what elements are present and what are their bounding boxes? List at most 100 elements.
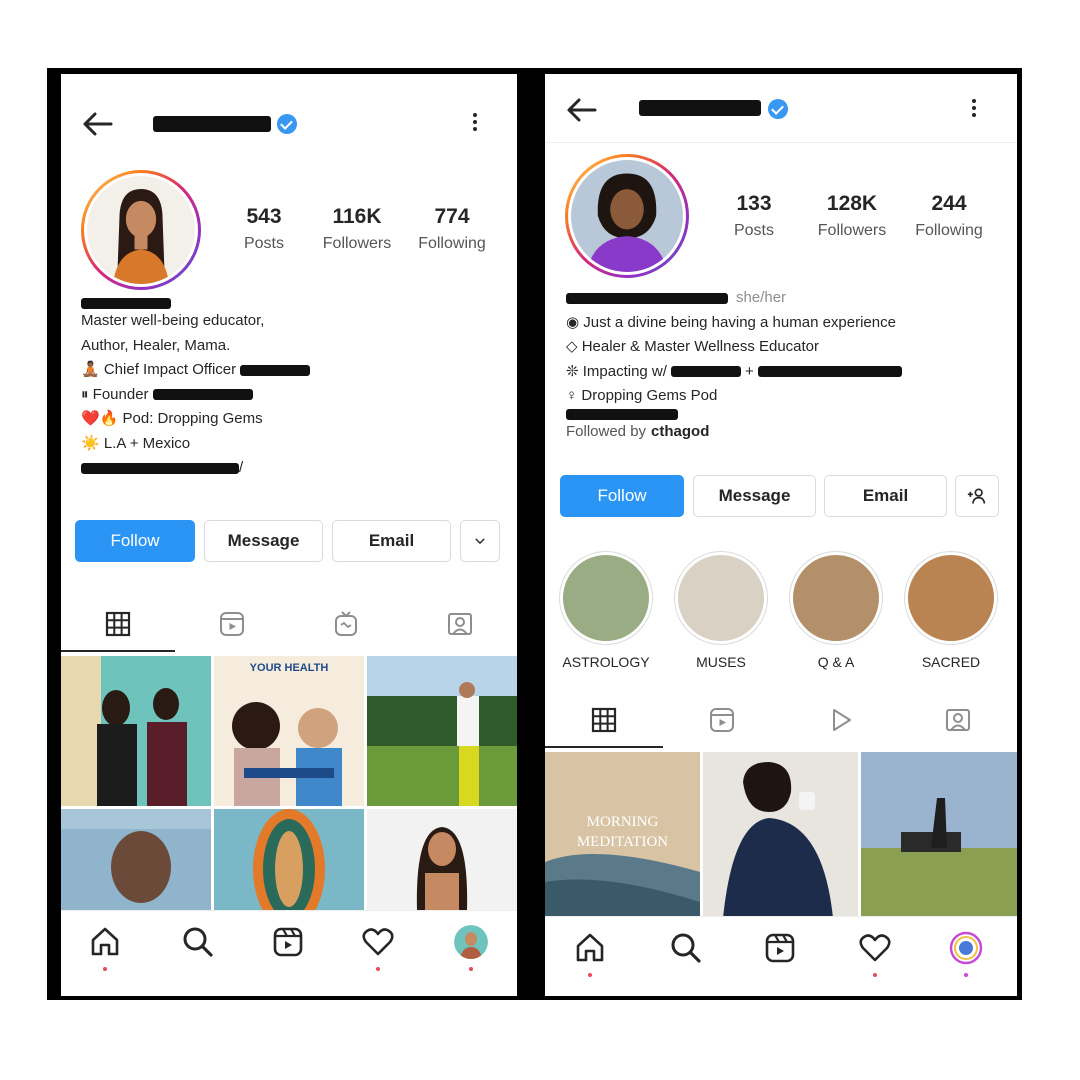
heart-icon[interactable] xyxy=(361,925,395,959)
mention-redacted[interactable] xyxy=(757,366,902,378)
reels-icon[interactable] xyxy=(271,925,305,959)
stat-following[interactable]: 244 Following xyxy=(904,192,994,240)
username-redacted xyxy=(153,116,271,132)
follow-button[interactable]: Follow xyxy=(560,475,684,517)
display-name-redacted xyxy=(566,292,728,304)
post-thumbnail[interactable]: YOUR HEALTH xyxy=(214,656,364,806)
mention-redacted[interactable] xyxy=(152,389,253,401)
header-divider xyxy=(545,142,1017,143)
highlight-label: SACRED xyxy=(921,654,981,670)
post-thumbnail[interactable] xyxy=(61,656,211,806)
kebab-menu-icon[interactable] xyxy=(472,110,478,136)
bottom-navigation xyxy=(545,916,1017,996)
home-icon[interactable] xyxy=(88,925,122,959)
stat-following-label: Following xyxy=(418,235,486,252)
post-thumbnail[interactable] xyxy=(367,809,517,910)
tab-grid[interactable] xyxy=(61,596,175,652)
bio-line: ❊ Impacting w/+ xyxy=(566,360,902,385)
reels-icon[interactable] xyxy=(763,931,797,965)
chevron-down-icon xyxy=(475,538,485,545)
username-redacted xyxy=(639,100,761,116)
email-button[interactable]: Email xyxy=(332,520,451,562)
heart-icon[interactable] xyxy=(858,931,892,965)
profile-tabs xyxy=(61,596,517,652)
notification-dot xyxy=(588,973,592,977)
stat-following[interactable]: 774 Following xyxy=(407,205,497,253)
post-thumbnail[interactable] xyxy=(61,809,211,910)
verified-icon xyxy=(768,99,788,119)
pronouns: she/her xyxy=(736,289,787,306)
back-arrow-icon[interactable] xyxy=(77,104,117,144)
profile-bio: Master well-being educator, Author, Heal… xyxy=(81,298,311,481)
profile-avatar-tab[interactable] xyxy=(949,931,983,965)
bio-link[interactable] xyxy=(566,408,902,420)
stat-following-label: Following xyxy=(915,222,983,239)
tab-videos[interactable] xyxy=(781,692,899,748)
highlight-cover xyxy=(675,552,767,644)
post-overlay-text: YOUR HEALTH xyxy=(249,662,329,674)
tab-tagged[interactable] xyxy=(403,596,517,652)
tab-grid[interactable] xyxy=(545,692,663,748)
story-highlight-astrology[interactable]: ASTROLOGY xyxy=(558,552,654,670)
stat-posts[interactable]: 133 Posts xyxy=(709,192,799,240)
stat-followers-label: Followers xyxy=(817,222,887,239)
tagged-icon xyxy=(946,709,970,731)
story-highlight-qa[interactable]: Q & A xyxy=(788,552,884,670)
followed-by[interactable]: Followed by cthagod xyxy=(566,420,902,445)
search-icon[interactable] xyxy=(181,925,215,959)
display-name-redacted xyxy=(81,298,171,309)
post-thumbnail[interactable] xyxy=(861,752,1017,918)
bio-line: ♀ Dropping Gems Pod xyxy=(566,387,718,404)
bio-line: ◇ Healer & Master Wellness Educator xyxy=(566,338,820,355)
post-thumbnail[interactable] xyxy=(703,752,858,918)
follow-button[interactable]: Follow xyxy=(75,520,195,562)
add-person-button[interactable] xyxy=(955,475,999,517)
message-button[interactable]: Message xyxy=(204,520,323,562)
mention-redacted[interactable] xyxy=(670,366,741,378)
grid-icon xyxy=(591,707,617,733)
bio-line: ❤️🔥 Pod: Dropping Gems xyxy=(81,410,263,427)
email-button[interactable]: Email xyxy=(824,475,947,517)
post-overlay-text: MORNING MEDITATION xyxy=(576,814,669,850)
stat-followers-label: Followers xyxy=(322,235,392,252)
bio-link[interactable]: / xyxy=(81,456,310,481)
message-button[interactable]: Message xyxy=(693,475,816,517)
avatar[interactable] xyxy=(565,154,689,278)
stat-posts-value: 543 xyxy=(246,205,282,228)
avatar[interactable] xyxy=(81,170,201,290)
kebab-menu-icon[interactable] xyxy=(971,96,977,122)
post-thumbnail[interactable] xyxy=(214,809,364,910)
stat-posts[interactable]: 543 Posts xyxy=(219,205,309,253)
reels-icon xyxy=(220,612,244,636)
grid-icon xyxy=(105,611,131,637)
tab-tagged[interactable] xyxy=(899,692,1017,748)
stat-following-value: 774 xyxy=(434,205,470,228)
tab-reels[interactable] xyxy=(175,596,289,652)
post-thumbnail[interactable] xyxy=(367,656,517,806)
bio-line: Author, Healer, Mama. xyxy=(81,336,231,354)
stat-followers-value: 128K xyxy=(826,192,878,215)
stat-following-value: 244 xyxy=(931,192,967,215)
stat-followers[interactable]: 116K Followers xyxy=(312,205,402,253)
stat-posts-value: 133 xyxy=(736,192,772,215)
back-arrow-icon[interactable] xyxy=(561,90,601,130)
active-tab-indicator xyxy=(61,650,175,652)
profile-avatar-tab[interactable] xyxy=(454,925,488,959)
post-thumbnail[interactable]: MORNING MEDITATION xyxy=(545,752,700,918)
mention-redacted[interactable] xyxy=(240,364,311,376)
tab-igtv[interactable] xyxy=(289,596,403,652)
right-profile-screen: 133 Posts 128K Followers 244 Following s… xyxy=(545,74,1017,996)
igtv-icon xyxy=(335,611,357,636)
home-icon[interactable] xyxy=(573,931,607,965)
suggested-dropdown-button[interactable] xyxy=(460,520,500,562)
search-icon[interactable] xyxy=(669,931,703,965)
story-highlight-muses[interactable]: MUSES xyxy=(673,552,769,670)
bio-line: Master well-being educator, xyxy=(81,312,265,329)
tab-reels[interactable] xyxy=(663,692,781,748)
verified-icon xyxy=(277,114,297,134)
bottom-navigation xyxy=(61,910,517,993)
notification-dot xyxy=(964,973,968,977)
stat-followers[interactable]: 128K Followers xyxy=(807,192,897,240)
highlight-cover xyxy=(905,552,997,644)
story-highlight-sacred[interactable]: SACRED xyxy=(903,552,999,670)
